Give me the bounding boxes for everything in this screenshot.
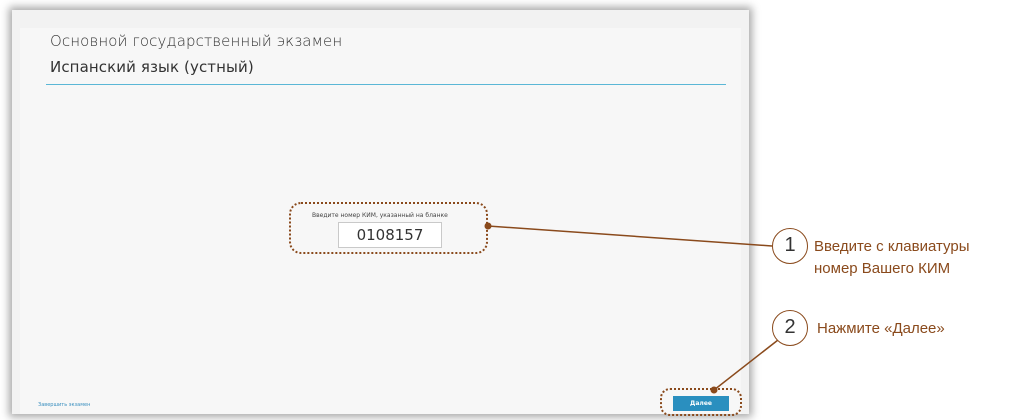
finish-exam-link[interactable]: Завершить экзамен <box>38 402 90 408</box>
step1-instruction-line1: Введите с клавиатуры <box>814 238 970 255</box>
step1-instruction-line2: номер Вашего КИМ <box>814 260 951 277</box>
step2-badge: 2 <box>772 310 808 346</box>
title-divider <box>46 84 726 85</box>
exam-title: Основной государственный экзамен <box>50 32 343 50</box>
exam-subject: Испанский язык (устный) <box>50 58 254 76</box>
instruction-slide: Основной государственный экзамен Испанск… <box>0 0 1009 420</box>
step2-instruction: Нажмите «Далее» <box>817 320 945 337</box>
step1-instruction: Введите с клавиатуры номер Вашего КИМ <box>814 236 970 280</box>
step1-badge: 1 <box>772 228 808 264</box>
next-button-highlight <box>660 388 742 416</box>
kim-input-highlight <box>289 202 488 254</box>
